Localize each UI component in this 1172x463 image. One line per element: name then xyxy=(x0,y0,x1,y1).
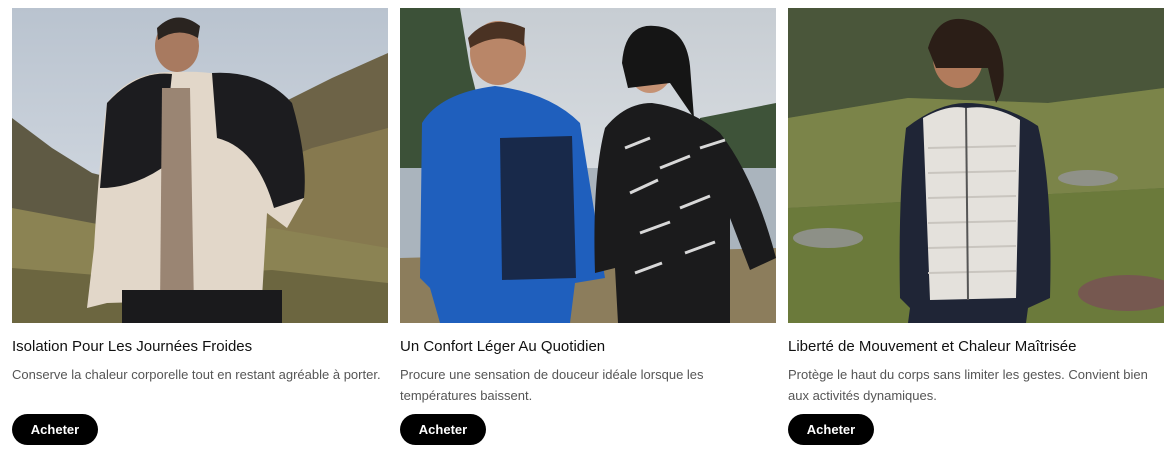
product-card: Liberté de Mouvement et Chaleur Maîtrisé… xyxy=(788,8,1164,445)
product-photo-fleece-jackets[interactable] xyxy=(400,8,776,323)
product-photo-body-warmer[interactable] xyxy=(788,8,1164,323)
buy-button[interactable]: Acheter xyxy=(12,414,98,445)
product-title: Un Confort Léger Au Quotidien xyxy=(400,338,606,355)
product-photo-puffer-jacket[interactable] xyxy=(12,8,388,323)
product-card: Un Confort Léger Au Quotidien Procure un… xyxy=(400,8,776,445)
buy-button[interactable]: Acheter xyxy=(400,414,486,445)
product-description: Procure une sensation de douceur idéale … xyxy=(400,367,704,403)
product-card: Isolation Pour Les Journées Froides Cons… xyxy=(12,8,388,445)
buy-button[interactable]: Acheter xyxy=(788,414,874,445)
product-title: Liberté de Mouvement et Chaleur Maîtrisé… xyxy=(788,338,1077,355)
product-description: Protège le haut du corps sans limiter le… xyxy=(788,367,1148,403)
product-card-grid: Isolation Pour Les Journées Froides Cons… xyxy=(0,0,1172,463)
product-title: Isolation Pour Les Journées Froides xyxy=(12,338,253,355)
product-description: Conserve la chaleur corporelle tout en r… xyxy=(12,367,381,382)
